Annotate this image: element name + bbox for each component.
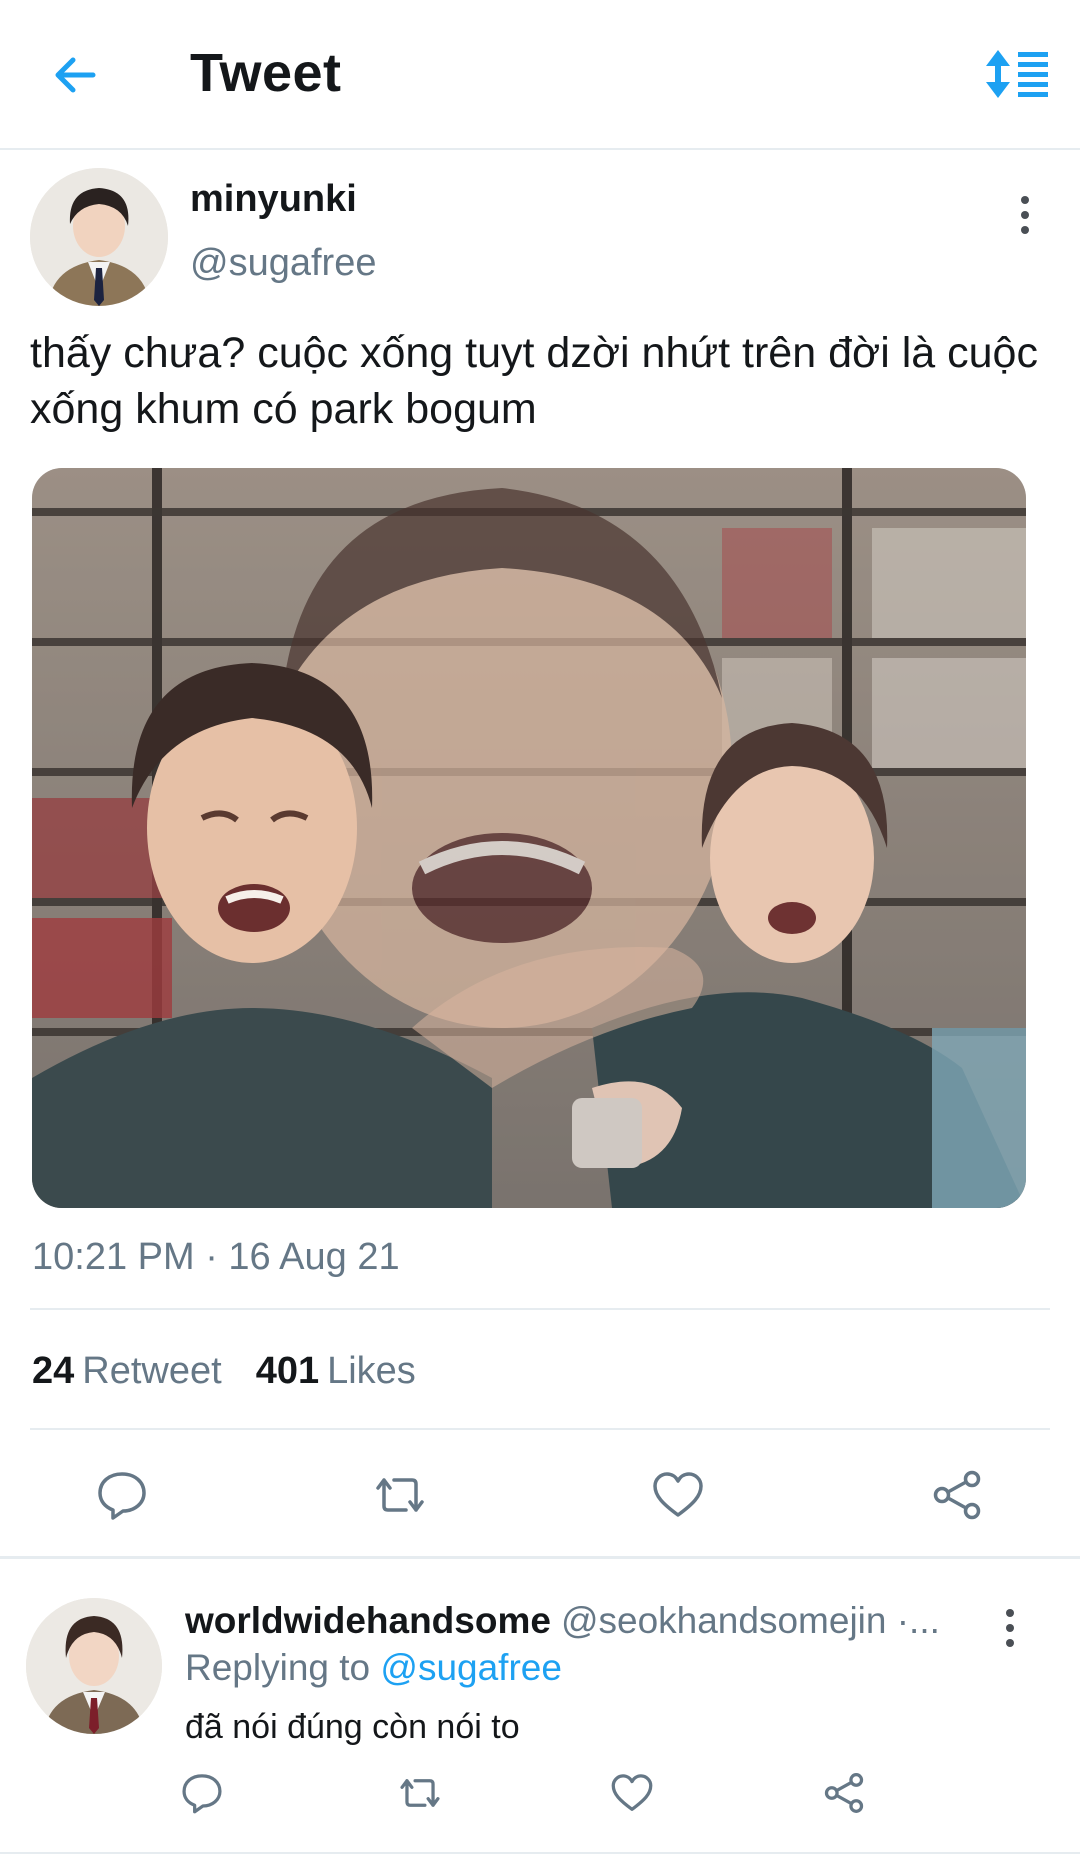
share-button[interactable] [922, 1460, 992, 1530]
replying-prefix: Replying to [185, 1647, 371, 1688]
more-dot-icon [1006, 1639, 1014, 1647]
share-icon [824, 1773, 864, 1813]
reply-icon [182, 1774, 222, 1814]
more-dot-icon [1006, 1624, 1014, 1632]
page-title: Tweet [190, 43, 342, 103]
arrow-left-icon [55, 57, 96, 93]
reply-text: đã nói đúng còn nói to [185, 1708, 520, 1746]
more-dot-icon [1021, 226, 1029, 234]
retweets-count: 24 [32, 1350, 75, 1392]
more-dot-icon [1021, 211, 1029, 219]
reply-author-avatar[interactable] [26, 1598, 162, 1734]
tweet-timestamp: 10:21 PM · 16 Aug 21 [32, 1236, 400, 1278]
likes-stat[interactable]: 401 Likes [256, 1350, 416, 1393]
more-dot-icon [1021, 196, 1029, 204]
tweet-media-image[interactable] [32, 468, 1026, 1208]
retweet-icon [376, 1478, 424, 1512]
reply-share-button[interactable] [814, 1763, 874, 1823]
divider [30, 1308, 1050, 1310]
likes-label: Likes [327, 1350, 416, 1392]
share-icon [933, 1470, 981, 1520]
heart-icon [611, 1774, 653, 1811]
heart-icon [653, 1472, 703, 1517]
tweet-text: thấy chưa? cuộc xống tuyt dzời nhứt trên… [30, 329, 1038, 433]
reply-button[interactable] [87, 1460, 157, 1530]
section-divider [0, 1556, 1080, 1559]
retweet-button[interactable] [365, 1460, 435, 1530]
author-handle[interactable]: @sugafree [190, 242, 376, 285]
retweets-label: Retweet [82, 1350, 222, 1392]
divider [30, 1428, 1050, 1430]
avatar-image [30, 168, 168, 306]
retweet-icon [400, 1779, 440, 1807]
replying-to: Replying to @sugafree [185, 1647, 562, 1689]
sort-button[interactable] [982, 44, 1052, 104]
reply-retweet-button[interactable] [390, 1763, 450, 1823]
like-button[interactable] [643, 1460, 713, 1530]
author-name[interactable]: minyunki [190, 178, 357, 221]
reply-header: worldwidehandsome @seokhandsomejin ·... [185, 1600, 985, 1642]
more-options-button[interactable] [1005, 190, 1045, 240]
tweet-stats: 24 Retweet 401 Likes [32, 1350, 416, 1393]
reply-author-handle[interactable]: @seokhandsomejin ·... [561, 1600, 940, 1641]
author-avatar[interactable] [30, 168, 168, 306]
sort-list-icon [986, 50, 1048, 98]
likes-count: 401 [255, 1350, 320, 1392]
media-illustration [32, 468, 1026, 1208]
reply-reply-button[interactable] [172, 1763, 232, 1823]
divider [0, 1852, 1080, 1854]
reply-icon [98, 1472, 146, 1520]
reply-author-name[interactable]: worldwidehandsome [185, 1600, 551, 1641]
avatar-image [26, 1598, 162, 1734]
reply-like-button[interactable] [602, 1763, 662, 1823]
reply-more-options-button[interactable] [990, 1603, 1030, 1653]
replying-to-link[interactable]: @sugafree [380, 1647, 562, 1688]
top-bar: Tweet [0, 0, 1080, 150]
more-dot-icon [1006, 1609, 1014, 1617]
retweets-stat[interactable]: 24 Retweet [32, 1350, 222, 1393]
back-button[interactable] [40, 40, 110, 110]
